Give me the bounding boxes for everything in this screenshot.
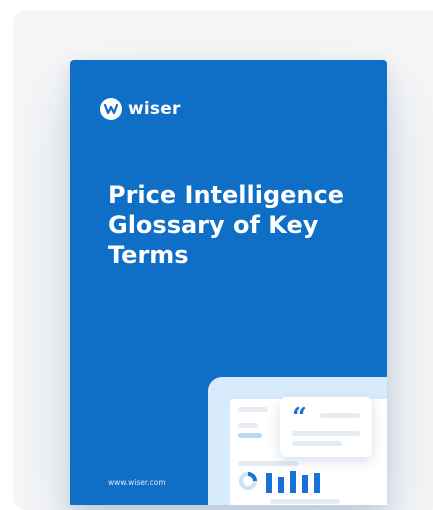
ebook-cover[interactable]: wiser Price Intelligence Glossary of Key… bbox=[70, 60, 387, 505]
wiser-logo-icon bbox=[100, 98, 122, 120]
cover-title-line: Glossary of Key bbox=[108, 211, 319, 239]
wiser-logo: wiser bbox=[100, 98, 181, 120]
bar-chart-icon bbox=[266, 471, 320, 493]
quote-icon: “ bbox=[292, 403, 307, 433]
cover-title-line: Terms bbox=[108, 241, 189, 269]
dashboard-illustration: “ bbox=[208, 377, 387, 505]
website-url: www.wiser.com bbox=[108, 478, 166, 487]
cover-title: Price Intelligence Glossary of Key Terms bbox=[108, 180, 368, 270]
donut-chart-icon bbox=[239, 472, 257, 490]
cover-title-line: Price Intelligence bbox=[108, 181, 345, 209]
brand-name: wiser bbox=[128, 99, 181, 119]
testimonial-card: “ bbox=[280, 397, 372, 457]
